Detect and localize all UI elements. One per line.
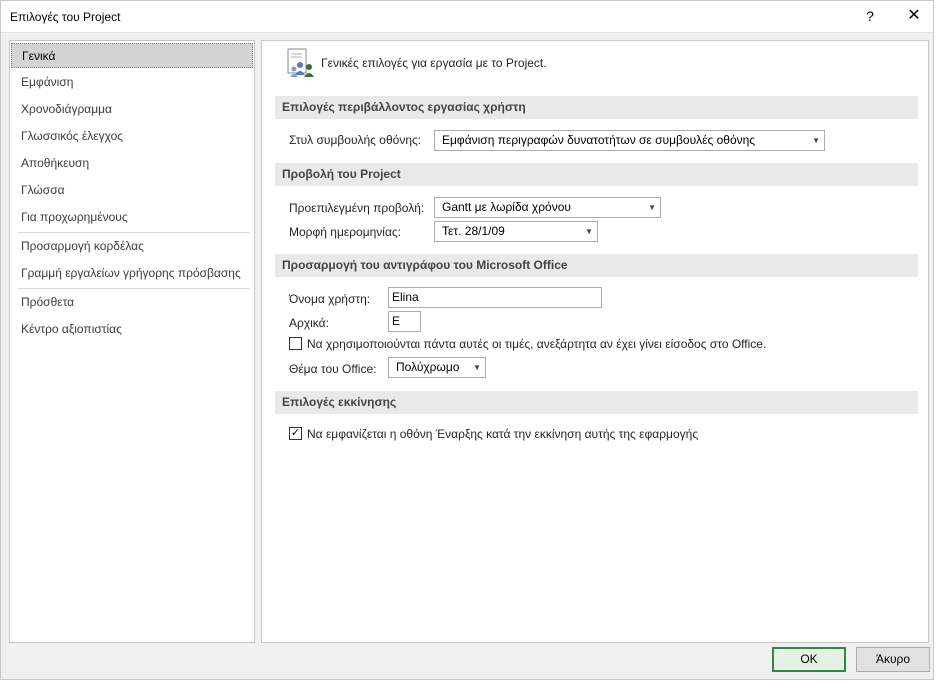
username-label: Όνομα χρήστη: xyxy=(289,292,371,306)
cancel-button[interactable]: Άκυρο xyxy=(856,647,930,672)
options-sidebar: Γενικά Εμφάνιση Χρονοδιάγραμμα Γλωσσικός… xyxy=(9,40,255,643)
help-button[interactable]: ? xyxy=(859,5,881,27)
date-format-dropdown[interactable]: Τετ. 28/1/09 ▼ xyxy=(434,221,598,242)
close-button[interactable]: ✕ xyxy=(902,5,926,27)
default-view-label: Προεπιλεγμένη προβολή: xyxy=(289,201,425,215)
sidebar-item-display[interactable]: Εμφάνιση xyxy=(11,70,253,95)
username-input[interactable]: Elina xyxy=(388,287,602,308)
screentip-style-label: Στυλ συμβουλής οθόνης: xyxy=(289,133,422,147)
sidebar-item-advanced[interactable]: Για προχωρημένους xyxy=(11,205,253,230)
section-ui-options: Επιλογές περιβάλλοντος εργασίας χρήστη xyxy=(275,96,918,119)
page-heading: Γενικές επιλογές για εργασία με το Proje… xyxy=(321,56,547,70)
options-content: Γενικές επιλογές για εργασία με το Proje… xyxy=(261,40,929,643)
office-theme-value: Πολύχρωμο xyxy=(396,360,460,374)
screentip-style-dropdown[interactable]: Εμφάνιση περιγραφών δυνατοτήτων σε συμβο… xyxy=(434,130,825,151)
ok-button[interactable]: OK xyxy=(772,647,846,672)
always-use-values-label: Να χρησιμοποιούνται πάντα αυτές οι τιμές… xyxy=(307,337,767,351)
section-startup-options: Επιλογές εκκίνησης xyxy=(275,391,918,414)
sidebar-item-language[interactable]: Γλώσσα xyxy=(11,178,253,203)
show-start-screen-label: Να εμφανίζεται η οθόνη Έναρξης κατά την … xyxy=(307,427,699,441)
show-start-screen-checkbox[interactable]: ✓ xyxy=(289,427,302,440)
default-view-dropdown[interactable]: Gantt με λωρίδα χρόνου ▼ xyxy=(434,197,661,218)
sidebar-item-quick-access-toolbar[interactable]: Γραμμή εργαλείων γρήγορης πρόσβασης xyxy=(11,261,253,286)
date-format-label: Μορφή ημερομηνίας: xyxy=(289,225,402,239)
section-personalize-office: Προσαρμογή του αντιγράφου του Microsoft … xyxy=(275,254,918,277)
options-dialog: Επιλογές του Project ? ✕ Γενικά Εμφάνιση… xyxy=(0,0,934,680)
date-format-value: Τετ. 28/1/09 xyxy=(442,224,505,238)
sidebar-item-add-ins[interactable]: Πρόσθετα xyxy=(11,290,253,315)
check-icon: ✓ xyxy=(290,427,301,439)
sidebar-item-save[interactable]: Αποθήκευση xyxy=(11,151,253,176)
title-bar: Επιλογές του Project ? ✕ xyxy=(1,1,933,33)
sidebar-item-general[interactable]: Γενικά xyxy=(11,43,253,68)
window-title: Επιλογές του Project xyxy=(10,10,121,24)
people-options-icon xyxy=(287,48,314,77)
initials-input[interactable]: E xyxy=(388,311,421,332)
chevron-down-icon: ▼ xyxy=(585,227,593,236)
sidebar-item-trust-center[interactable]: Κέντρο αξιοπιστίας xyxy=(11,317,253,342)
default-view-value: Gantt με λωρίδα χρόνου xyxy=(442,200,571,214)
office-theme-dropdown[interactable]: Πολύχρωμο ▼ xyxy=(388,357,486,378)
office-theme-label: Θέμα του Office: xyxy=(289,362,377,376)
chevron-down-icon: ▼ xyxy=(473,363,481,372)
chevron-down-icon: ▼ xyxy=(648,203,656,212)
screentip-style-value: Εμφάνιση περιγραφών δυνατοτήτων σε συμβο… xyxy=(442,133,756,147)
sidebar-item-proofing[interactable]: Γλωσσικός έλεγχος xyxy=(11,124,253,149)
always-use-values-checkbox[interactable] xyxy=(289,337,302,350)
sidebar-divider xyxy=(18,232,250,233)
section-project-view: Προβολή του Project xyxy=(275,163,918,186)
sidebar-item-schedule[interactable]: Χρονοδιάγραμμα xyxy=(11,97,253,122)
sidebar-divider xyxy=(18,288,250,289)
initials-label: Αρχικά: xyxy=(289,316,329,330)
chevron-down-icon: ▼ xyxy=(812,136,820,145)
sidebar-item-customize-ribbon[interactable]: Προσαρμογή κορδέλας xyxy=(11,234,253,259)
